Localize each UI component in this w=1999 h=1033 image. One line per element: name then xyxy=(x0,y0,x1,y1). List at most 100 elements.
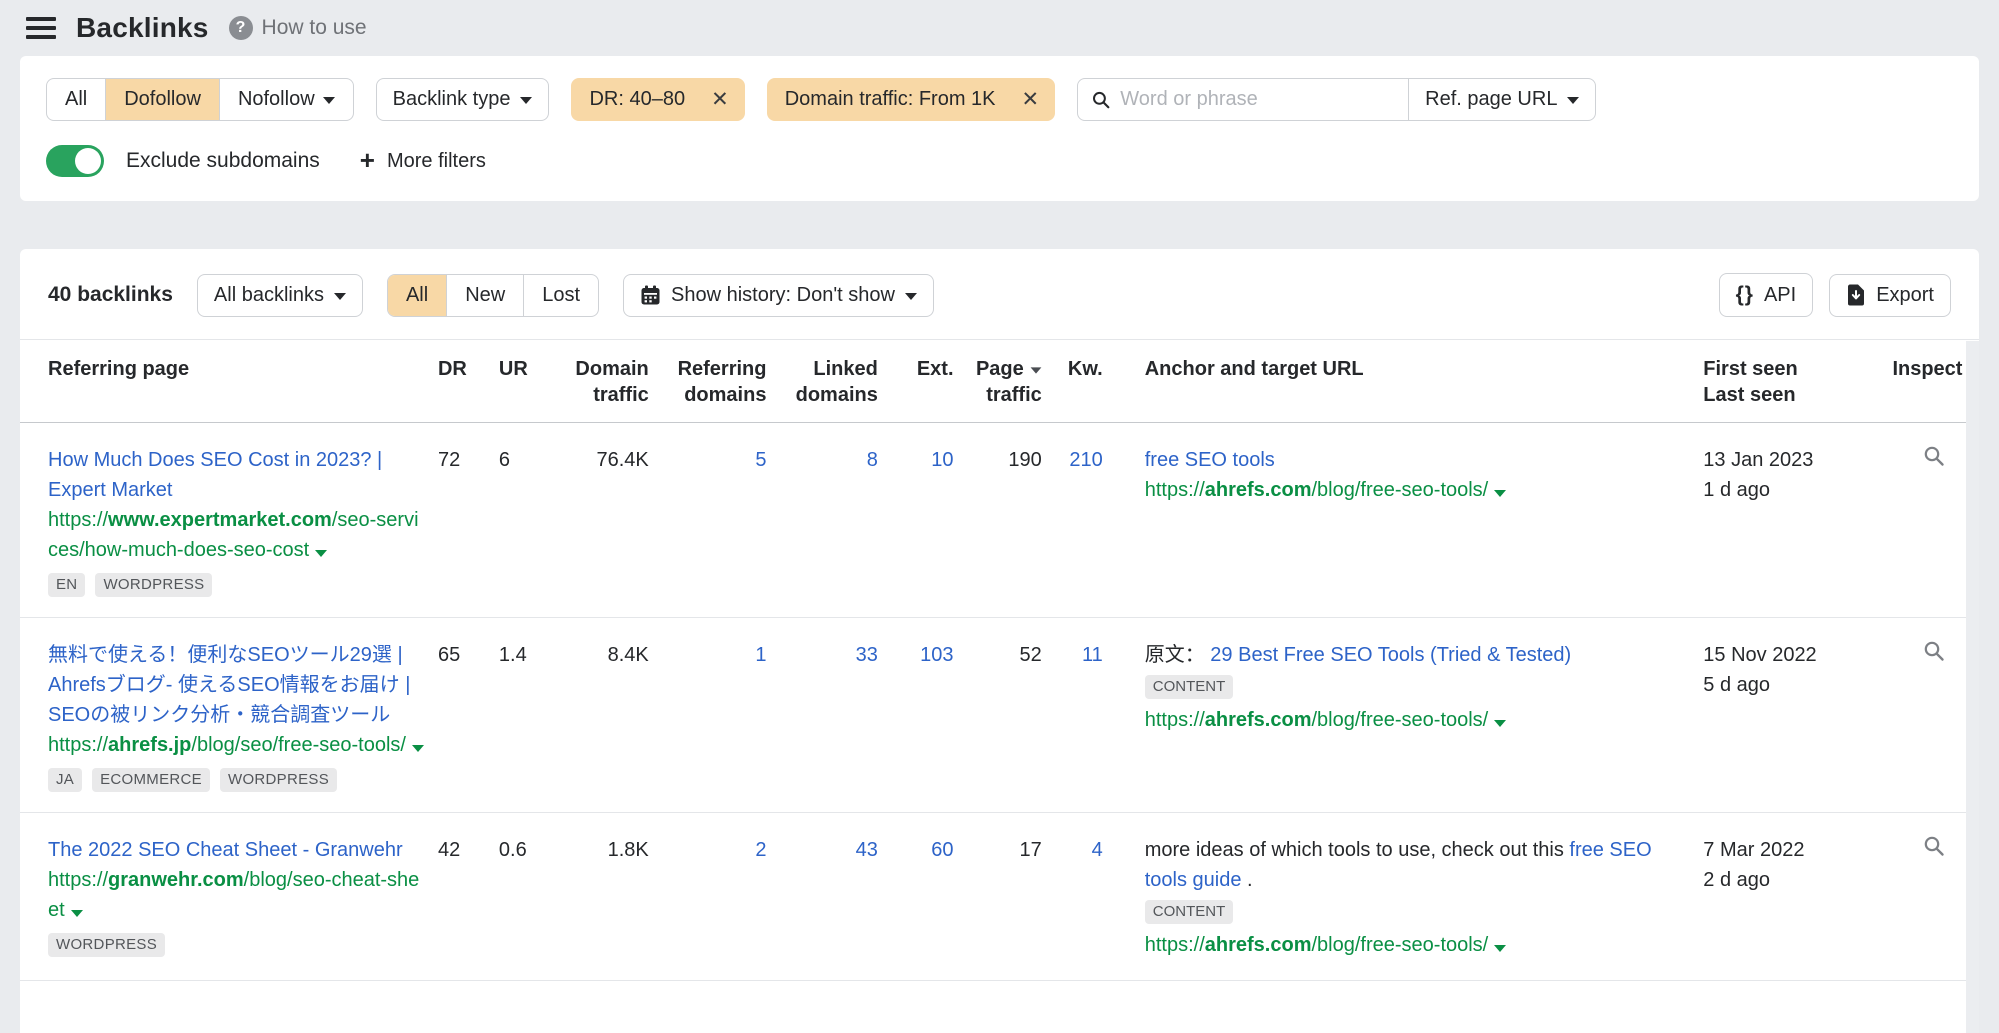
search-input[interactable] xyxy=(1120,88,1394,111)
calendar-icon xyxy=(640,285,661,306)
anchor-link[interactable]: free SEO tools xyxy=(1145,449,1275,471)
referring-page-link[interactable]: The 2022 SEO Cheat Sheet - Granwehr xyxy=(48,835,403,865)
domain-traffic-value: 8.4K xyxy=(558,618,655,813)
backlinks-scope-dropdown[interactable]: All backlinks xyxy=(197,274,363,317)
follow-filter-dofollow[interactable]: Dofollow xyxy=(106,79,220,120)
kw-link[interactable]: 210 xyxy=(1069,449,1102,471)
platform-badge: ECOMMERCE xyxy=(92,768,210,792)
domain-traffic-value: 1.8K xyxy=(558,813,655,981)
help-icon: ? xyxy=(229,16,253,40)
show-history-dropdown[interactable]: Show history: Don't show xyxy=(623,274,934,317)
language-badge: JA xyxy=(48,768,82,792)
col-seen[interactable]: First seenLast seen xyxy=(1697,340,1886,423)
chevron-down-icon xyxy=(323,97,335,104)
col-kw[interactable]: Kw. xyxy=(1048,340,1109,423)
target-url[interactable]: https://ahrefs.com/blog/free-seo-tools/ xyxy=(1145,705,1692,735)
col-domain-traffic[interactable]: Domaintraffic xyxy=(558,340,655,423)
follow-dofollow-label: Dofollow xyxy=(124,88,201,111)
url-prefix: https:// xyxy=(1145,709,1205,731)
table-row: 無料で使える！便利なSEOツール29選 | Ahrefsブログ- 使えるSEO情… xyxy=(20,618,1979,813)
dr-value: 72 xyxy=(432,423,493,618)
close-icon[interactable]: ✕ xyxy=(701,78,745,121)
chevron-down-icon[interactable] xyxy=(1494,720,1506,727)
backlink-type-dropdown[interactable]: Backlink type xyxy=(376,78,550,121)
url-domain: ahrefs.com xyxy=(1205,934,1312,956)
referring-domains-link[interactable]: 5 xyxy=(755,449,766,471)
first-seen: 15 Nov 2022 xyxy=(1703,640,1880,670)
referring-page-url[interactable]: https://granwehr.com/blog/seo-cheat-shee… xyxy=(48,865,426,925)
kw-link[interactable]: 11 xyxy=(1082,644,1103,666)
url-prefix: https:// xyxy=(1145,934,1205,956)
chevron-down-icon[interactable] xyxy=(71,910,83,917)
col-referring-domains-label1: Referring xyxy=(678,358,767,380)
ext-link[interactable]: 10 xyxy=(931,449,953,471)
exclude-subdomains-toggle[interactable] xyxy=(46,145,104,177)
url-path: /blog/free-seo-tools/ xyxy=(1311,709,1488,731)
export-button[interactable]: Export xyxy=(1829,274,1951,317)
domain-traffic-filter-chip[interactable]: Domain traffic: From 1K ✕ xyxy=(767,78,1055,121)
tab-lost[interactable]: Lost xyxy=(524,275,598,316)
anchor-link[interactable]: 29 Best Free SEO Tools (Tried & Tested) xyxy=(1210,644,1571,666)
col-page-traffic[interactable]: Pagetraffic xyxy=(960,340,1048,423)
url-prefix: https:// xyxy=(48,509,108,531)
linked-domains-link[interactable]: 8 xyxy=(867,449,878,471)
chevron-down-icon[interactable] xyxy=(1494,490,1506,497)
backlinks-panel: 40 backlinks All backlinks All New Lost … xyxy=(20,249,1979,1033)
referring-domains-link[interactable]: 2 xyxy=(755,839,766,861)
url-domain: ahrefs.jp xyxy=(108,734,191,756)
url-domain: ahrefs.com xyxy=(1205,479,1312,501)
referring-domains-link[interactable]: 1 xyxy=(755,644,766,666)
content-badge: CONTENT xyxy=(1145,675,1234,699)
ext-link[interactable]: 60 xyxy=(931,839,953,861)
url-prefix: https:// xyxy=(1145,479,1205,501)
referring-page-link[interactable]: 無料で使える！便利なSEOツール29選 | Ahrefsブログ- 使えるSEO情… xyxy=(48,640,426,730)
inspect-icon[interactable] xyxy=(1923,835,1945,857)
page-traffic-value: 190 xyxy=(960,423,1048,618)
dr-filter-chip[interactable]: DR: 40–80 ✕ xyxy=(571,78,744,121)
state-tabs: All New Lost xyxy=(387,274,599,317)
vertical-scrollbar[interactable] xyxy=(1966,341,1979,1033)
target-url[interactable]: https://ahrefs.com/blog/free-seo-tools/ xyxy=(1145,475,1692,505)
referring-page-url[interactable]: https://www.expertmarket.com/seo-service… xyxy=(48,505,426,565)
col-linked-domains[interactable]: Linkeddomains xyxy=(772,340,883,423)
last-seen: 2 d ago xyxy=(1703,865,1880,895)
kw-link[interactable]: 4 xyxy=(1092,839,1103,861)
follow-filter-all[interactable]: All xyxy=(47,79,106,120)
referring-page-link[interactable]: How Much Does SEO Cost in 2023? | Expert… xyxy=(48,445,426,505)
ext-link[interactable]: 103 xyxy=(920,644,953,666)
chevron-down-icon[interactable] xyxy=(1494,945,1506,952)
word-search-group: Ref. page URL xyxy=(1077,78,1596,121)
col-last-seen-label: Last seen xyxy=(1703,384,1795,406)
url-prefix: https:// xyxy=(48,869,108,891)
col-dr[interactable]: DR xyxy=(432,340,493,423)
chevron-down-icon[interactable] xyxy=(412,745,424,752)
how-to-use[interactable]: ? How to use xyxy=(229,16,367,40)
linked-domains-link[interactable]: 33 xyxy=(856,644,878,666)
search-icon xyxy=(1092,90,1110,110)
col-anchor[interactable]: Anchor and target URL xyxy=(1109,340,1698,423)
dr-value: 42 xyxy=(432,813,493,981)
tab-all[interactable]: All xyxy=(388,275,447,316)
col-ext[interactable]: Ext. xyxy=(884,340,960,423)
col-referring-page[interactable]: Referring page xyxy=(20,340,432,423)
tab-new[interactable]: New xyxy=(447,275,524,316)
url-path: /blog/free-seo-tools/ xyxy=(1311,479,1488,501)
api-button[interactable]: {} API xyxy=(1719,273,1814,317)
follow-filter: All Dofollow Nofollow xyxy=(46,78,354,121)
inspect-icon[interactable] xyxy=(1923,445,1945,467)
chevron-down-icon[interactable] xyxy=(315,550,327,557)
search-scope-dropdown[interactable]: Ref. page URL xyxy=(1408,79,1595,120)
menu-icon[interactable] xyxy=(26,17,56,39)
close-icon[interactable]: ✕ xyxy=(1012,78,1056,121)
referring-page-url[interactable]: https://ahrefs.jp/blog/seo/free-seo-tool… xyxy=(48,730,426,760)
col-ur[interactable]: UR xyxy=(493,340,558,423)
inspect-icon[interactable] xyxy=(1923,640,1945,662)
col-referring-domains[interactable]: Referringdomains xyxy=(655,340,773,423)
more-filters-button[interactable]: + More filters xyxy=(360,148,486,174)
follow-filter-nofollow[interactable]: Nofollow xyxy=(220,79,353,120)
target-url[interactable]: https://ahrefs.com/blog/free-seo-tools/ xyxy=(1145,930,1692,960)
first-seen: 7 Mar 2022 xyxy=(1703,835,1880,865)
word-search-box[interactable] xyxy=(1078,79,1408,120)
table-row: The 2022 SEO Cheat Sheet - Granwehr http… xyxy=(20,813,1979,981)
linked-domains-link[interactable]: 43 xyxy=(856,839,878,861)
